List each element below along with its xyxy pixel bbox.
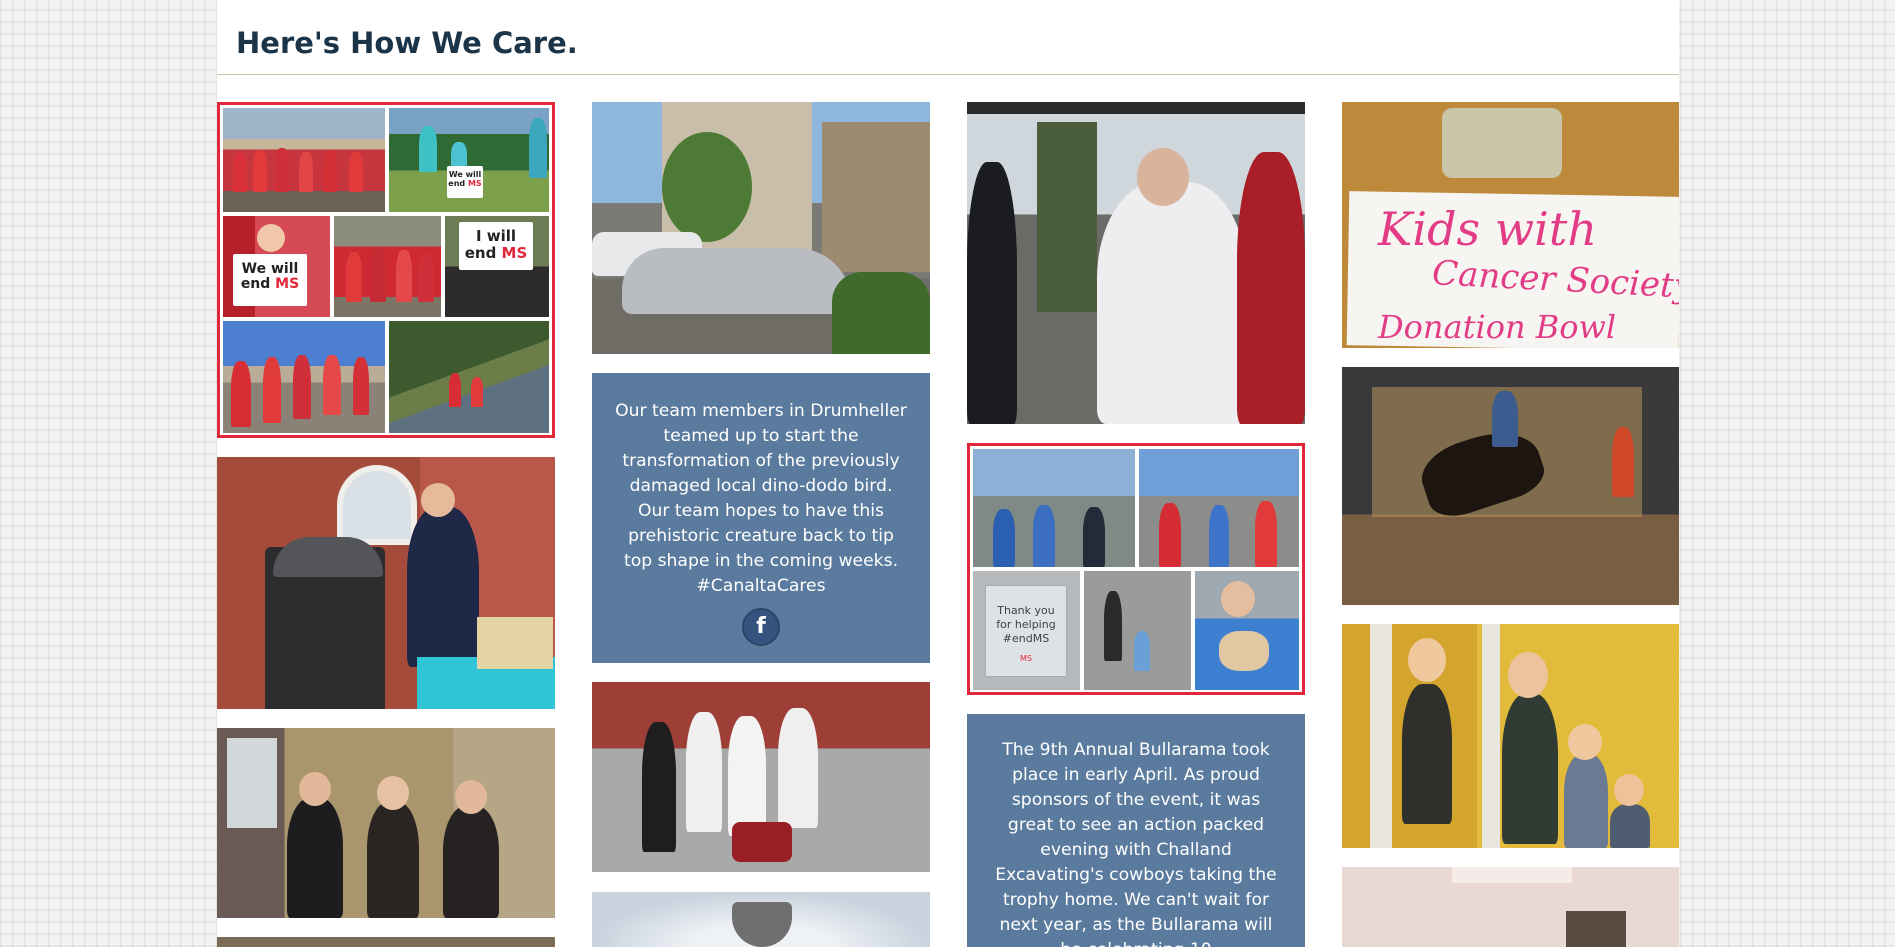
thank-you-sign: Thank you for helping #endMS MS	[985, 585, 1067, 677]
hedge	[832, 272, 930, 354]
bbq-person	[407, 507, 479, 667]
collage-photo-stroller: I will end MS	[445, 216, 549, 317]
donation-card-line3: Donation Bowl	[1378, 308, 1617, 346]
bullarama-post-text: The 9th Annual Bullarama took place in e…	[995, 740, 1277, 947]
family-photo-tile[interactable]	[1342, 624, 1679, 848]
rodeo-rider	[1492, 391, 1518, 447]
endms-photo-stroller	[1084, 571, 1191, 690]
we-will-end-ms-sign: We will end MS	[233, 254, 307, 306]
endms-photo-crowd-left	[973, 449, 1135, 567]
we-will-end-ms-sign: We will end MS	[447, 166, 483, 198]
room-photo-tile[interactable]	[1342, 867, 1679, 947]
i-will-end-ms-sign: I will end MS	[459, 222, 533, 270]
bbq-lid	[273, 537, 383, 577]
collage-middle-row: We will end MS I will end MS	[223, 216, 549, 317]
rodeo-photo-tile[interactable]	[1342, 367, 1679, 605]
column1-bottom-photo-tile[interactable]	[217, 937, 555, 947]
collage-photo-group	[334, 216, 441, 317]
birch-tree	[1482, 624, 1500, 848]
drumheller-post-tile[interactable]: Our team members in Drumheller teamed up…	[592, 373, 930, 663]
bbq-window	[337, 465, 417, 545]
volunteer-photo-tile[interactable]	[967, 102, 1305, 424]
endms-photo-crowd-right	[1139, 449, 1299, 567]
trophy	[732, 902, 792, 947]
puppy	[1219, 631, 1269, 671]
facebook-icon[interactable]: f	[742, 608, 780, 646]
staff-doors	[227, 738, 277, 828]
bbq-basket	[477, 617, 553, 669]
canopy	[967, 102, 1305, 114]
collage-photo-street-walk	[223, 321, 385, 433]
donation-card-line1: Kids with	[1378, 202, 1597, 256]
collage-photo-crowd	[223, 108, 385, 212]
donation-bowl-photo-tile[interactable]: Kids with Cancer Society Donation Bowl	[1342, 102, 1679, 348]
drumheller-post-text: Our team members in Drumheller teamed up…	[615, 401, 907, 596]
page-container: Here's How We Care. We will end MS We wi…	[217, 0, 1679, 947]
plant-shelf	[1037, 122, 1097, 312]
endms-photo-puppy	[1195, 571, 1299, 690]
staff-photo-tile[interactable]	[217, 728, 555, 918]
endms-collage-tile[interactable]: Thank you for helping #endMS MS	[967, 443, 1305, 695]
coins	[1442, 108, 1562, 178]
collage-photo-child-sign: We will end MS	[223, 216, 330, 317]
endms-bottom-row: Thank you for helping #endMS MS	[973, 571, 1299, 690]
ceiling-light	[1452, 867, 1572, 883]
red-chair	[732, 822, 792, 862]
bbq-photo-tile[interactable]	[217, 457, 555, 709]
endms-photo-sign: Thank you for helping #endMS MS	[973, 571, 1080, 690]
framed-picture	[1566, 911, 1626, 947]
collage-photo-trail	[389, 321, 549, 433]
page-title: Here's How We Care.	[236, 26, 578, 60]
birch-tree	[1370, 624, 1392, 848]
title-divider	[217, 74, 1679, 75]
silver-car	[622, 248, 852, 314]
stone-building	[822, 122, 930, 272]
volunteer-white-jacket	[1097, 182, 1247, 424]
red-heels-photo-tile[interactable]	[592, 682, 930, 872]
collage-photo-park: We will end MS	[389, 108, 549, 212]
tree	[662, 132, 752, 242]
ms-walk-collage-tile[interactable]: We will end MS We will end MS I will end…	[217, 102, 555, 438]
bullarama-post-tile[interactable]: The 9th Annual Bullarama took place in e…	[967, 714, 1305, 947]
trophy-photo-tile[interactable]	[592, 892, 930, 947]
tesla-photo-tile[interactable]	[592, 102, 930, 354]
